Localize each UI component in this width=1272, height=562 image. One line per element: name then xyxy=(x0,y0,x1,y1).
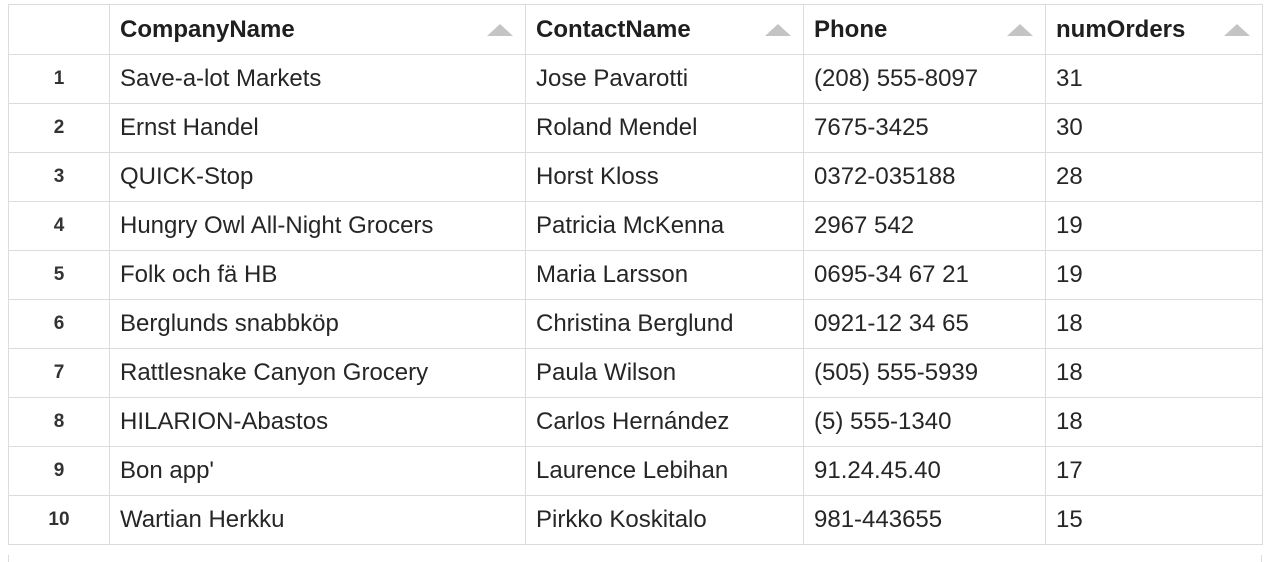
cell-contactname[interactable]: Patricia McKenna xyxy=(525,201,804,251)
cell-companyname[interactable]: QUICK-Stop xyxy=(109,152,526,202)
cell-numorders[interactable]: 15 xyxy=(1045,495,1263,545)
cell-companyname[interactable]: HILARION-Abastos xyxy=(109,397,526,447)
sort-asc-icon[interactable] xyxy=(487,23,513,36)
cell-numorders[interactable]: 17 xyxy=(1045,446,1263,496)
cell-companyname[interactable]: Save-a-lot Markets xyxy=(109,54,526,104)
cell-phone[interactable]: 0372-035188 xyxy=(803,152,1046,202)
row-index: 7 xyxy=(8,348,110,398)
column-header-contactname[interactable]: ContactName xyxy=(525,4,804,55)
sort-asc-icon[interactable] xyxy=(1224,23,1250,36)
header-row: CompanyName ContactName Phone numOrders xyxy=(8,4,1263,55)
results-table: CompanyName ContactName Phone numOrders … xyxy=(8,4,1263,545)
table-row[interactable]: 4 Hungry Owl All-Night Grocers Patricia … xyxy=(8,201,1263,251)
row-index: 5 xyxy=(8,250,110,300)
cell-numorders[interactable]: 31 xyxy=(1045,54,1263,104)
row-index: 10 xyxy=(8,495,110,545)
row-index: 4 xyxy=(8,201,110,251)
cell-contactname[interactable]: Laurence Lebihan xyxy=(525,446,804,496)
cell-companyname[interactable]: Folk och fä HB xyxy=(109,250,526,300)
cell-companyname[interactable]: Rattlesnake Canyon Grocery xyxy=(109,348,526,398)
column-header-phone[interactable]: Phone xyxy=(803,4,1046,55)
table-scroll-continuation xyxy=(8,555,1262,562)
row-index: 9 xyxy=(8,446,110,496)
table-row[interactable]: 10 Wartian Herkku Pirkko Koskitalo 981-4… xyxy=(8,495,1263,545)
cell-contactname[interactable]: Horst Kloss xyxy=(525,152,804,202)
cell-contactname[interactable]: Christina Berglund xyxy=(525,299,804,349)
row-index: 8 xyxy=(8,397,110,447)
cell-numorders[interactable]: 30 xyxy=(1045,103,1263,153)
column-header-label: CompanyName xyxy=(120,15,295,43)
sort-asc-icon[interactable] xyxy=(1007,23,1033,36)
row-index: 6 xyxy=(8,299,110,349)
column-header-numorders[interactable]: numOrders xyxy=(1045,4,1263,55)
cell-phone[interactable]: (5) 555-1340 xyxy=(803,397,1046,447)
table-row[interactable]: 1 Save-a-lot Markets Jose Pavarotti (208… xyxy=(8,54,1263,104)
cell-contactname[interactable]: Maria Larsson xyxy=(525,250,804,300)
column-header-label: Phone xyxy=(814,15,888,43)
cell-contactname[interactable]: Paula Wilson xyxy=(525,348,804,398)
table-row[interactable]: 9 Bon app' Laurence Lebihan 91.24.45.40 … xyxy=(8,446,1263,496)
cell-phone[interactable]: 2967 542 xyxy=(803,201,1046,251)
row-index: 2 xyxy=(8,103,110,153)
cell-numorders[interactable]: 28 xyxy=(1045,152,1263,202)
cell-phone[interactable]: (505) 555-5939 xyxy=(803,348,1046,398)
cell-contactname[interactable]: Pirkko Koskitalo xyxy=(525,495,804,545)
cell-phone[interactable]: 0695-34 67 21 xyxy=(803,250,1046,300)
table-row[interactable]: 3 QUICK-Stop Horst Kloss 0372-035188 28 xyxy=(8,152,1263,202)
cell-companyname[interactable]: Ernst Handel xyxy=(109,103,526,153)
cell-contactname[interactable]: Jose Pavarotti xyxy=(525,54,804,104)
row-index: 1 xyxy=(8,54,110,104)
column-header-label: ContactName xyxy=(536,15,691,43)
cell-numorders[interactable]: 19 xyxy=(1045,250,1263,300)
row-index: 3 xyxy=(8,152,110,202)
table-row[interactable]: 6 Berglunds snabbköp Christina Berglund … xyxy=(8,299,1263,349)
cell-numorders[interactable]: 18 xyxy=(1045,348,1263,398)
cell-phone[interactable]: 91.24.45.40 xyxy=(803,446,1046,496)
sort-asc-icon[interactable] xyxy=(765,23,791,36)
cell-companyname[interactable]: Bon app' xyxy=(109,446,526,496)
cell-companyname[interactable]: Hungry Owl All-Night Grocers xyxy=(109,201,526,251)
cell-companyname[interactable]: Wartian Herkku xyxy=(109,495,526,545)
table-row[interactable]: 8 HILARION-Abastos Carlos Hernández (5) … xyxy=(8,397,1263,447)
cell-phone[interactable]: (208) 555-8097 xyxy=(803,54,1046,104)
table-row[interactable]: 2 Ernst Handel Roland Mendel 7675-3425 3… xyxy=(8,103,1263,153)
cell-phone[interactable]: 7675-3425 xyxy=(803,103,1046,153)
cell-numorders[interactable]: 18 xyxy=(1045,397,1263,447)
cell-companyname[interactable]: Berglunds snabbköp xyxy=(109,299,526,349)
cell-numorders[interactable]: 19 xyxy=(1045,201,1263,251)
column-header-label: numOrders xyxy=(1056,15,1186,43)
cell-contactname[interactable]: Roland Mendel xyxy=(525,103,804,153)
cell-numorders[interactable]: 18 xyxy=(1045,299,1263,349)
table-row[interactable]: 5 Folk och fä HB Maria Larsson 0695-34 6… xyxy=(8,250,1263,300)
table-row[interactable]: 7 Rattlesnake Canyon Grocery Paula Wilso… xyxy=(8,348,1263,398)
row-index-header xyxy=(8,4,110,55)
cell-phone[interactable]: 981-443655 xyxy=(803,495,1046,545)
column-header-companyname[interactable]: CompanyName xyxy=(109,4,526,55)
cell-contactname[interactable]: Carlos Hernández xyxy=(525,397,804,447)
cell-phone[interactable]: 0921-12 34 65 xyxy=(803,299,1046,349)
